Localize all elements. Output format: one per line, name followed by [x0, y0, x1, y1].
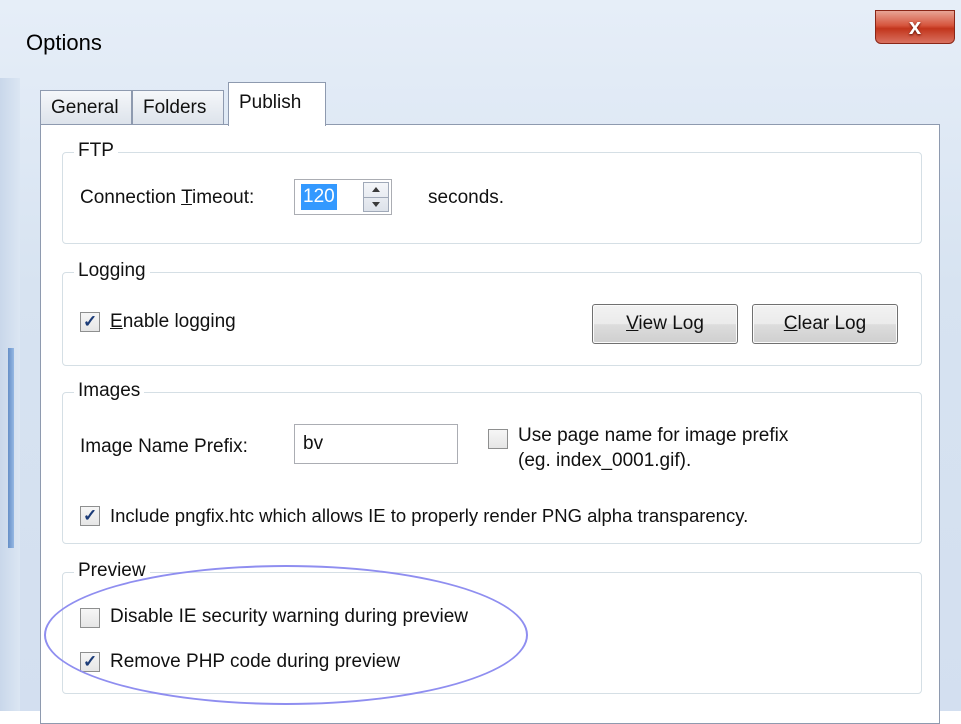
window-title: Options: [26, 30, 102, 55]
checkmark-icon: ✓: [83, 652, 98, 671]
image-name-prefix-input[interactable]: bv: [294, 424, 458, 464]
use-page-name-checkbox[interactable]: [488, 429, 508, 449]
view-log-button[interactable]: View Log: [592, 304, 738, 344]
image-name-prefix-value: bv: [303, 433, 324, 454]
connection-timeout-value[interactable]: 120: [301, 184, 337, 210]
disable-ie-warning-label[interactable]: Disable IE security warning during previ…: [110, 606, 468, 628]
connection-timeout-spinner[interactable]: 120: [294, 179, 392, 215]
checkmark-icon: ✓: [83, 506, 98, 525]
options-dialog: Options x General Folders Publish FTP Co…: [0, 0, 961, 724]
use-page-name-label-line2: (eg. index_0001.gif).: [518, 450, 692, 471]
images-group-label: Images: [74, 380, 145, 402]
use-page-name-label-line1[interactable]: Use page name for image prefix: [518, 425, 788, 447]
tab-folders-label: Folders: [143, 97, 207, 118]
image-name-prefix-label: Image Name Prefix:: [80, 436, 248, 457]
window-left-edge: [0, 78, 20, 711]
seconds-unit-label: seconds.: [428, 187, 505, 208]
ftp-group-label: FTP: [74, 140, 118, 162]
tab-publish[interactable]: Publish: [228, 82, 326, 126]
logging-group-label: Logging: [74, 260, 150, 282]
tab-folders[interactable]: Folders: [132, 90, 224, 124]
spin-up-arrow-icon: [372, 187, 380, 192]
view-log-label: View Log: [626, 313, 704, 334]
remove-php-checkbox[interactable]: ✓: [80, 652, 100, 672]
include-pngfix-label[interactable]: Include pngfix.htc which allows IE to pr…: [110, 505, 748, 527]
title-bar: Options x: [0, 0, 961, 78]
window-edge-accent: [8, 348, 14, 548]
include-pngfix-checkbox[interactable]: ✓: [80, 506, 100, 526]
preview-group-label: Preview: [74, 560, 150, 582]
close-icon: x: [908, 14, 922, 39]
close-button[interactable]: x: [875, 10, 955, 44]
spin-up-button[interactable]: [364, 183, 388, 198]
tab-publish-label: Publish: [239, 92, 302, 113]
enable-logging-label[interactable]: Enable logging: [110, 311, 236, 333]
remove-php-label[interactable]: Remove PHP code during preview: [110, 651, 400, 673]
tab-general[interactable]: General: [40, 90, 132, 124]
disable-ie-warning-checkbox[interactable]: [80, 608, 100, 628]
clear-log-label: Clear Log: [783, 313, 867, 334]
checkmark-icon: ✓: [83, 312, 98, 331]
preview-group: [62, 572, 922, 694]
connection-timeout-label: Connection Timeout:: [80, 187, 255, 208]
tab-general-label: General: [51, 97, 119, 118]
enable-logging-checkbox[interactable]: ✓: [80, 312, 100, 332]
spinner-buttons: [363, 182, 389, 212]
spin-down-button[interactable]: [364, 197, 388, 211]
spin-down-arrow-icon: [372, 202, 380, 207]
clear-log-button[interactable]: Clear Log: [752, 304, 898, 344]
